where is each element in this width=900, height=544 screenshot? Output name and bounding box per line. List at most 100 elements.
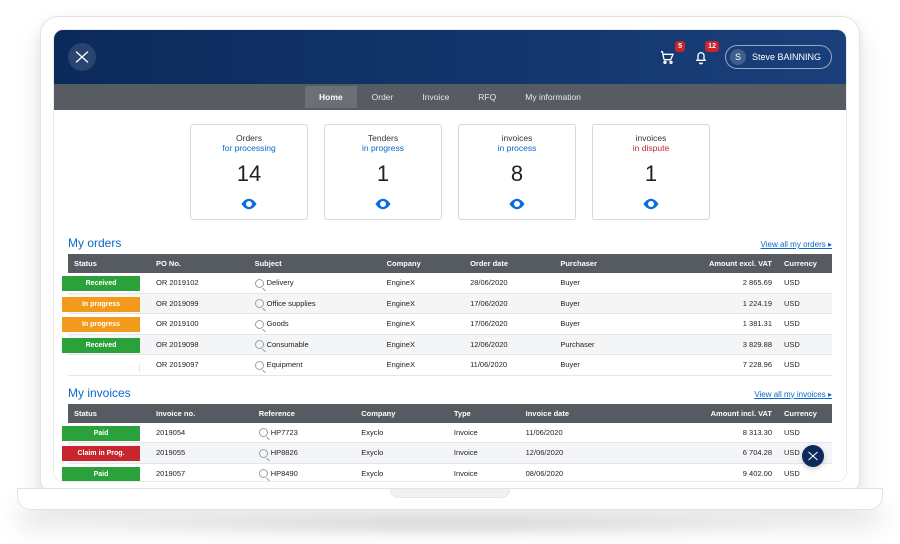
type-cell: Invoice [448,463,520,482]
user-name: Steve BAINNING [752,52,821,62]
eye-icon [374,195,392,213]
column-header[interactable]: Subject [249,254,381,273]
no-cell: 2019055 [150,443,253,464]
kpi-value: 1 [377,161,389,187]
chat-icon [807,450,819,462]
company-cell: Exyclo [355,423,448,443]
order_date-cell: 17/06/2020 [464,293,554,314]
table-row[interactable]: In progressOR 2019099Office suppliesEngi… [68,293,832,314]
orders-table: StatusPO No.SubjectCompanyOrder datePurc… [68,254,832,376]
search-icon[interactable] [255,320,264,329]
column-header[interactable]: Status [68,404,150,423]
tab-my-information[interactable]: My information [511,86,595,108]
column-header[interactable]: Reference [253,404,356,423]
status-badge: Paid [62,426,140,441]
column-header[interactable]: Company [381,254,464,273]
column-header[interactable]: Order date [464,254,554,273]
date-cell: 12/06/2020 [520,443,631,464]
date-cell: 11/06/2020 [520,423,631,443]
brand-logo[interactable] [68,43,96,71]
search-icon[interactable] [255,299,264,308]
amount-cell: 3 829.88 [642,334,778,355]
po-cell: OR 2019102 [150,273,249,293]
column-header[interactable]: Status [68,254,150,273]
tab-home[interactable]: Home [305,86,357,108]
tab-invoice[interactable]: Invoice [408,86,463,108]
amount-cell: 1 381.31 [642,314,778,335]
tab-order[interactable]: Order [358,86,408,108]
subject-cell: Consumable [249,334,381,355]
column-header[interactable]: Invoice date [520,404,631,423]
table-row[interactable]: Claim in Prog.2019055HP8826ExycloInvoice… [68,443,832,464]
order_date-cell: 11/06/2020 [464,355,554,376]
kpi-card-1: Tendersin progress1 [324,124,442,220]
kpi-value: 8 [511,161,523,187]
column-header[interactable]: Purchaser [554,254,642,273]
order_date-cell: 28/06/2020 [464,273,554,293]
column-header[interactable]: Type [448,404,520,423]
search-icon[interactable] [259,428,268,437]
column-header[interactable]: Amount excl. VAT [642,254,778,273]
subject-cell: Equipment [249,355,381,376]
table-row[interactable]: In progressOR 2019100GoodsEngineX17/06/2… [68,314,832,335]
search-icon[interactable] [259,469,268,478]
orders-view-all-link[interactable]: View all my orders [761,240,832,249]
chat-fab[interactable] [802,445,824,467]
orders-header-row: StatusPO No.SubjectCompanyOrder datePurc… [68,254,832,273]
subject-cell: Delivery [249,273,381,293]
po-cell: OR 2019098 [150,334,249,355]
kpi-view-button[interactable] [240,195,258,213]
currency-cell: USD [778,423,832,443]
table-row[interactable]: ReceivedOR 2019102DeliveryEngineX28/06/2… [68,273,832,293]
kpi-view-button[interactable] [508,195,526,213]
table-row[interactable]: OR 2019097EquipmentEngineX11/06/2020Buye… [68,355,832,376]
date-cell: 08/06/2020 [520,463,631,482]
currency-cell: USD [778,463,832,482]
column-header[interactable]: Currency [778,254,832,273]
search-icon[interactable] [255,361,264,370]
status-badge: Paid [62,467,140,482]
no-cell: 2019054 [150,423,253,443]
purchaser-cell: Purchaser [554,334,642,355]
status-badge [62,364,140,372]
table-row[interactable]: ReceivedOR 2019098ConsumableEngineX12/06… [68,334,832,355]
type-cell: Invoice [448,423,520,443]
main-nav: HomeOrderInvoiceRFQMy information [54,84,846,110]
search-icon[interactable] [255,279,264,288]
company-cell: EngineX [381,355,464,376]
column-header[interactable]: PO No. [150,254,249,273]
column-header[interactable]: Invoice no. [150,404,253,423]
company-cell: EngineX [381,334,464,355]
order_date-cell: 12/06/2020 [464,334,554,355]
search-icon[interactable] [259,449,268,458]
table-row[interactable]: Paid2019057HP8490ExycloInvoice08/06/2020… [68,463,832,482]
tab-rfq[interactable]: RFQ [464,86,510,108]
column-header[interactable]: Company [355,404,448,423]
status-badge: Received [62,338,140,353]
status-badge: In progress [62,317,140,332]
po-cell: OR 2019097 [150,355,249,376]
no-cell: 2019057 [150,463,253,482]
kpi-view-button[interactable] [374,195,392,213]
currency-cell: USD [778,293,832,314]
purchaser-cell: Buyer [554,293,642,314]
company-cell: EngineX [381,273,464,293]
amount-cell: 2 865.69 [642,273,778,293]
column-header[interactable]: Currency [778,404,832,423]
order_date-cell: 17/06/2020 [464,314,554,335]
cart-button[interactable]: 5 [657,47,677,67]
company-cell: Exyclo [355,463,448,482]
currency-cell: USD [778,355,832,376]
status-badge: Claim in Prog. [62,446,140,461]
currency-cell: USD [778,334,832,355]
purchaser-cell: Buyer [554,355,642,376]
table-row[interactable]: Paid2019054HP7723ExycloInvoice11/06/2020… [68,423,832,443]
search-icon[interactable] [255,340,264,349]
kpi-view-button[interactable] [642,195,660,213]
notifications-badge: 12 [705,41,719,52]
column-header[interactable]: Amount incl. VAT [631,404,778,423]
notifications-button[interactable]: 12 [691,47,711,67]
status-badge: Received [62,276,140,291]
user-menu[interactable]: S Steve BAINNING [725,45,832,69]
invoices-view-all-link[interactable]: View all my invoices [754,390,832,399]
